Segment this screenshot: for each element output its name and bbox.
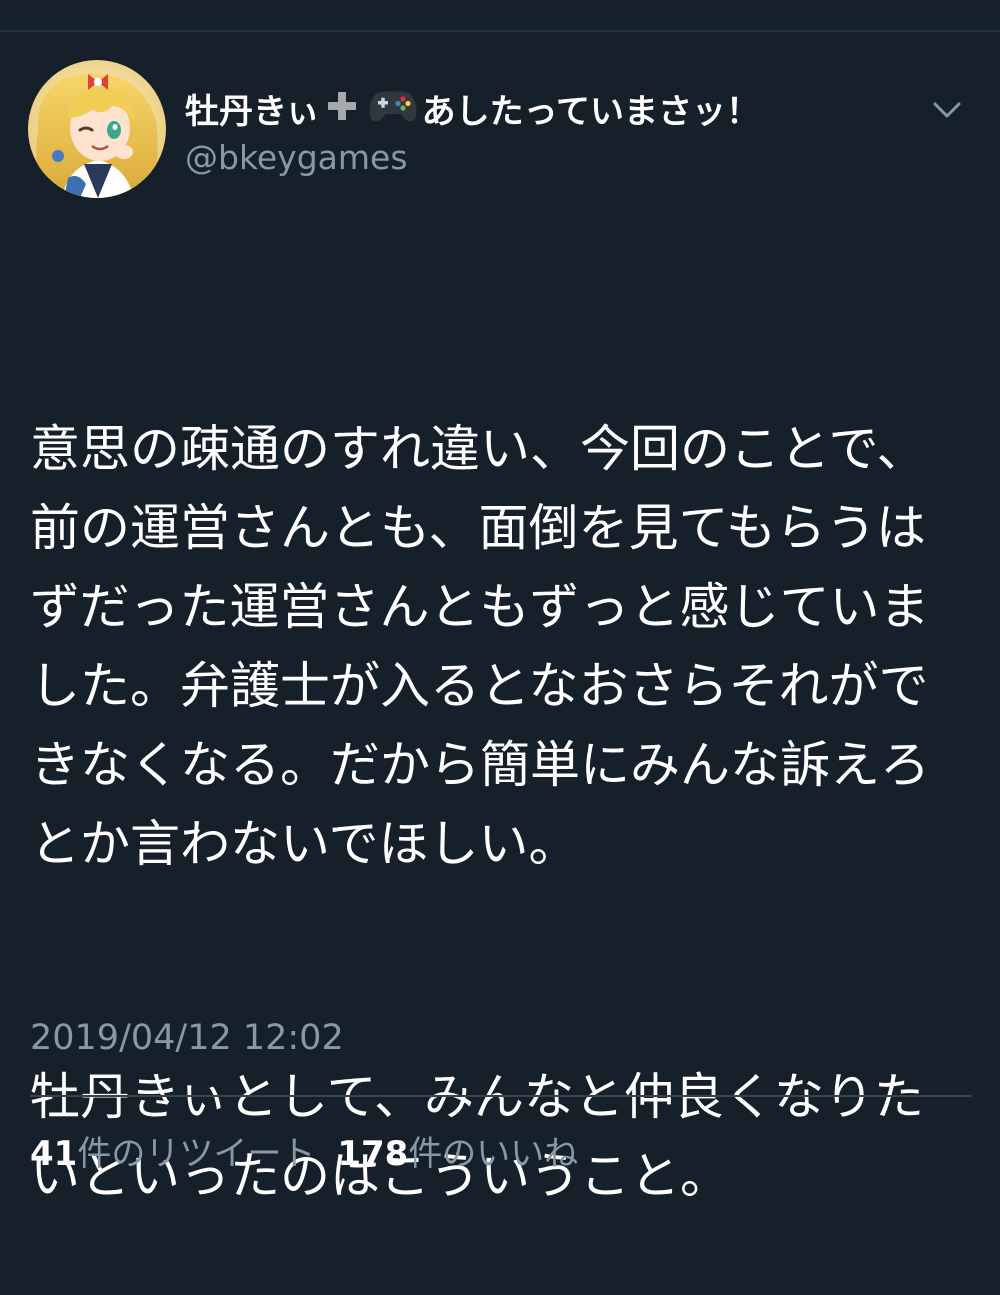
display-name[interactable]: 牡丹きぃ [185, 84, 320, 133]
retweets-label[interactable]: 件のリツイート [77, 1126, 315, 1175]
chevron-down-icon[interactable] [930, 98, 964, 122]
user-handle[interactable]: @bkeygames [185, 138, 408, 177]
anime-girl-avatar [28, 60, 166, 198]
likes-count[interactable]: 178 [337, 1134, 408, 1174]
display-name-row[interactable]: 牡丹きぃ あしたっていまさッ！ [185, 84, 760, 133]
top-divider [0, 30, 1000, 32]
display-name-suffix[interactable]: あしたっていまさッ！ [422, 84, 760, 133]
avatar[interactable] [28, 60, 166, 198]
retweets-count[interactable]: 41 [30, 1134, 77, 1174]
likes-label[interactable]: 件のいいね [408, 1126, 578, 1175]
game-controller-icon [368, 86, 418, 130]
heavy-plus-icon [324, 88, 360, 128]
tweet-timestamp[interactable]: 2019/04/12 12:02 [30, 1018, 344, 1058]
tweet-stats: 41 件のリツイート 178 件のいいね [30, 1126, 600, 1175]
tweet-header: 牡丹きぃ あしたっていまさッ！ @bkeygames [28, 60, 972, 200]
stats-divider [30, 1095, 972, 1097]
tweet-paragraph: 意思の疎通のすれ違い、今回のことで、前の運営さんとも、面倒を見てもらうはずだった… [30, 420, 930, 873]
